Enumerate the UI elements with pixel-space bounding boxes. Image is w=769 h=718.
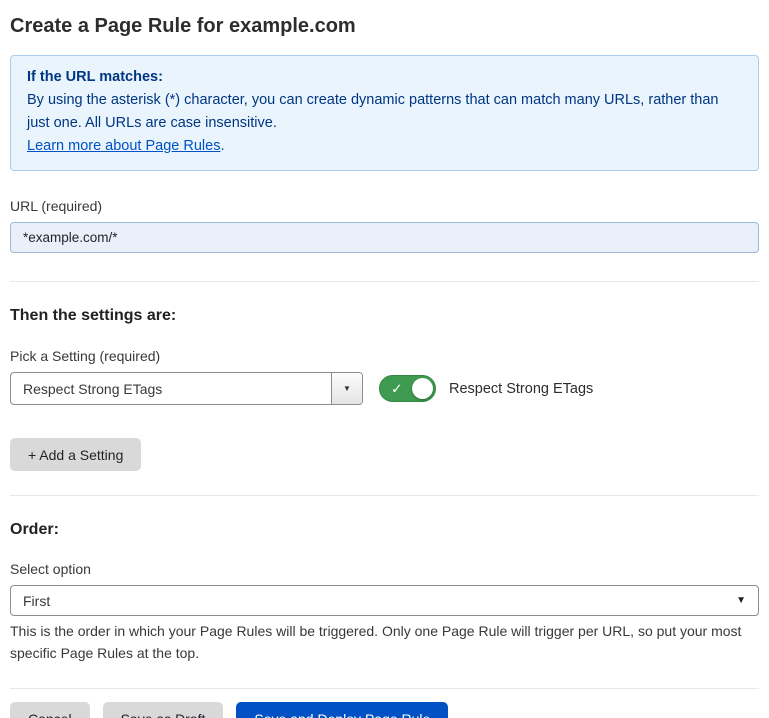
order-help-text: This is the order in which your Page Rul… [10,621,759,664]
footer-actions: Cancel Save as Draft Save and Deploy Pag… [10,702,759,718]
divider-order-footer [10,688,759,689]
learn-more-link[interactable]: Learn more about Page Rules [27,138,220,154]
url-input[interactable] [10,222,759,253]
add-setting-button[interactable]: + Add a Setting [10,438,141,471]
setting-select-caret-button[interactable]: ▼ [331,373,362,404]
order-select[interactable]: First ▼ [10,585,759,616]
chevron-down-icon: ▼ [343,384,351,393]
page-title: Create a Page Rule for example.com [10,12,759,40]
save-draft-button[interactable]: Save as Draft [103,702,224,718]
pick-setting-label: Pick a Setting (required) [10,348,759,364]
url-label: URL (required) [10,198,759,214]
info-link-line: Learn more about Page Rules. [27,135,742,158]
toggle-knob [412,378,433,399]
settings-heading: Then the settings are: [10,306,759,326]
info-body: By using the asterisk (*) character, you… [27,89,742,135]
link-period: . [220,138,224,154]
etag-toggle[interactable]: ✓ [379,375,436,402]
order-heading: Order: [10,520,759,540]
setting-select[interactable]: Respect Strong ETags ▼ [10,372,363,405]
setting-select-value: Respect Strong ETags [11,373,331,404]
setting-row: Respect Strong ETags ▼ ✓ Respect Strong … [10,372,759,405]
order-select-label: Select option [10,561,759,577]
info-box: If the URL matches: By using the asteris… [10,55,759,171]
cancel-button[interactable]: Cancel [10,702,90,718]
save-deploy-button[interactable]: Save and Deploy Page Rule [236,702,448,718]
chevron-down-icon: ▼ [736,595,746,606]
page-rule-form: Create a Page Rule for example.com If th… [0,12,769,718]
order-select-value: First [23,593,50,609]
divider-url-settings [10,281,759,282]
check-icon: ✓ [391,381,403,395]
divider-settings-order [10,495,759,496]
toggle-label: Respect Strong ETags [449,381,593,397]
info-heading: If the URL matches: [27,66,742,89]
